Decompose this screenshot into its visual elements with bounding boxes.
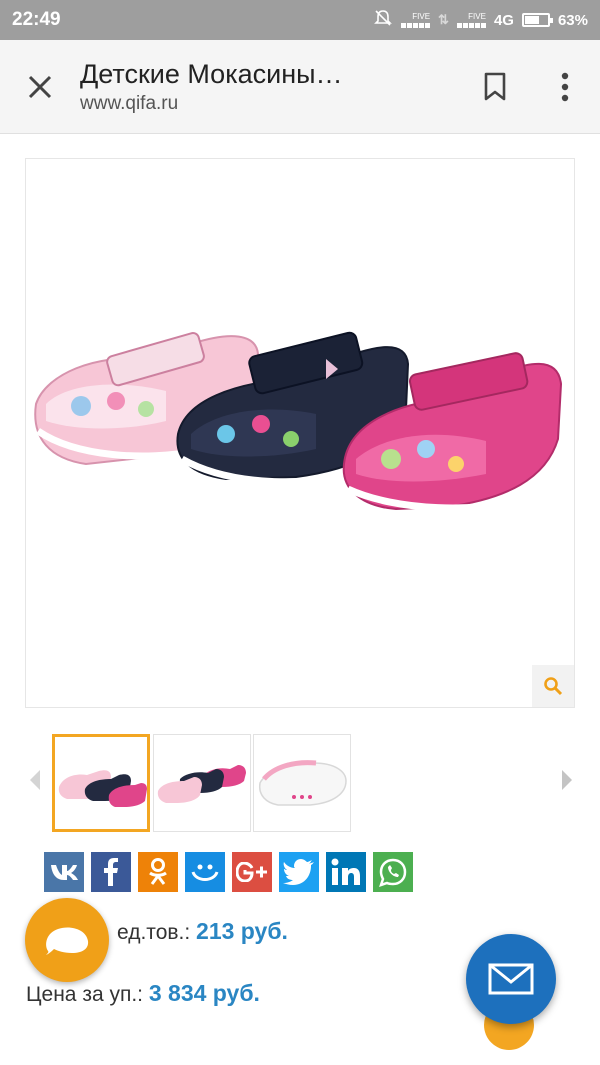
whatsapp-icon — [379, 858, 407, 887]
thumbnail-3[interactable] — [253, 734, 351, 832]
whatsapp-share-button[interactable] — [373, 852, 413, 892]
linkedin-share-button[interactable] — [326, 852, 366, 892]
odnoklassniki-share-button[interactable] — [138, 852, 178, 892]
carousel-next-icon[interactable] — [562, 770, 572, 790]
pack-price-line: Цена за уп.: 3 834 руб. — [26, 980, 260, 1007]
toolbar: Детские Мокасины… www.qifa.ru — [0, 40, 600, 134]
pack-price-value: 3 834 руб. — [148, 980, 260, 1006]
thumb-shoe-sole-icon — [258, 760, 347, 806]
magnifier-icon — [544, 677, 563, 696]
thumb-shoes-icon — [58, 770, 147, 807]
thumbnail-2[interactable] — [153, 734, 251, 832]
product-photo-shoes — [34, 331, 563, 512]
status-bar: 22:49 FIVE ⇅ FIVE 4G 63% — [0, 0, 600, 40]
unit-price-value: 213 руб. — [196, 918, 288, 944]
social-share-bar — [44, 852, 413, 892]
carousel-prev-icon[interactable] — [30, 770, 40, 790]
unit-price-line: ед.тов.: 213 руб. — [117, 918, 288, 945]
toolbar-titles: Детские Мокасины… www.qifa.ru — [80, 59, 460, 115]
googleplus-icon — [236, 862, 267, 882]
active-thumb-indicator — [149, 734, 150, 740]
pack-price-label: Цена за уп.: — [26, 983, 144, 1006]
moimir-icon — [191, 864, 219, 881]
vk-icon — [51, 865, 78, 880]
mute-icon — [373, 8, 393, 32]
mail-icon — [488, 963, 534, 995]
battery-icon — [521, 13, 553, 27]
zoom-button[interactable] — [532, 665, 574, 707]
close-icon — [28, 75, 52, 98]
linkedin-icon — [331, 858, 360, 885]
sim2-signal-icon: FIVE — [456, 12, 486, 28]
facebook-share-button[interactable] — [91, 852, 131, 892]
status-time: 22:49 — [12, 9, 61, 30]
thumb-shoes-row-icon — [157, 765, 246, 803]
facebook-icon — [104, 858, 118, 886]
status-indicators: FIVE ⇅ FIVE 4G 63% — [373, 8, 588, 32]
moimir-share-button[interactable] — [185, 852, 225, 892]
vk-share-button[interactable] — [44, 852, 84, 892]
battery-percent: 63% — [557, 11, 588, 29]
page-url: www.qifa.ru — [80, 92, 179, 114]
thumbnail-1[interactable] — [52, 734, 150, 832]
more-vert-icon — [561, 72, 569, 101]
chat-bubble-icon — [46, 927, 89, 955]
mail-fab-button[interactable] — [466, 934, 556, 1024]
close-button[interactable] — [0, 40, 80, 134]
bookmark-icon — [484, 72, 506, 100]
twitter-share-button[interactable] — [279, 852, 319, 892]
sim1-signal-icon: FIVE — [401, 12, 431, 28]
googleplus-share-button[interactable] — [232, 852, 272, 892]
product-main-image[interactable] — [25, 158, 575, 708]
more-menu-button[interactable] — [530, 40, 600, 134]
page-title: Детские Мокасины… — [80, 58, 343, 89]
chat-fab-button[interactable] — [25, 898, 109, 982]
unit-price-label: ед.тов.: — [117, 921, 191, 944]
data-arrows-icon: ⇅ — [438, 12, 449, 27]
odnoklassniki-icon — [149, 858, 167, 885]
network-type: 4G — [493, 11, 514, 29]
thumbnail-carousel — [0, 730, 600, 834]
twitter-icon — [283, 859, 314, 885]
bookmark-button[interactable] — [460, 40, 530, 134]
